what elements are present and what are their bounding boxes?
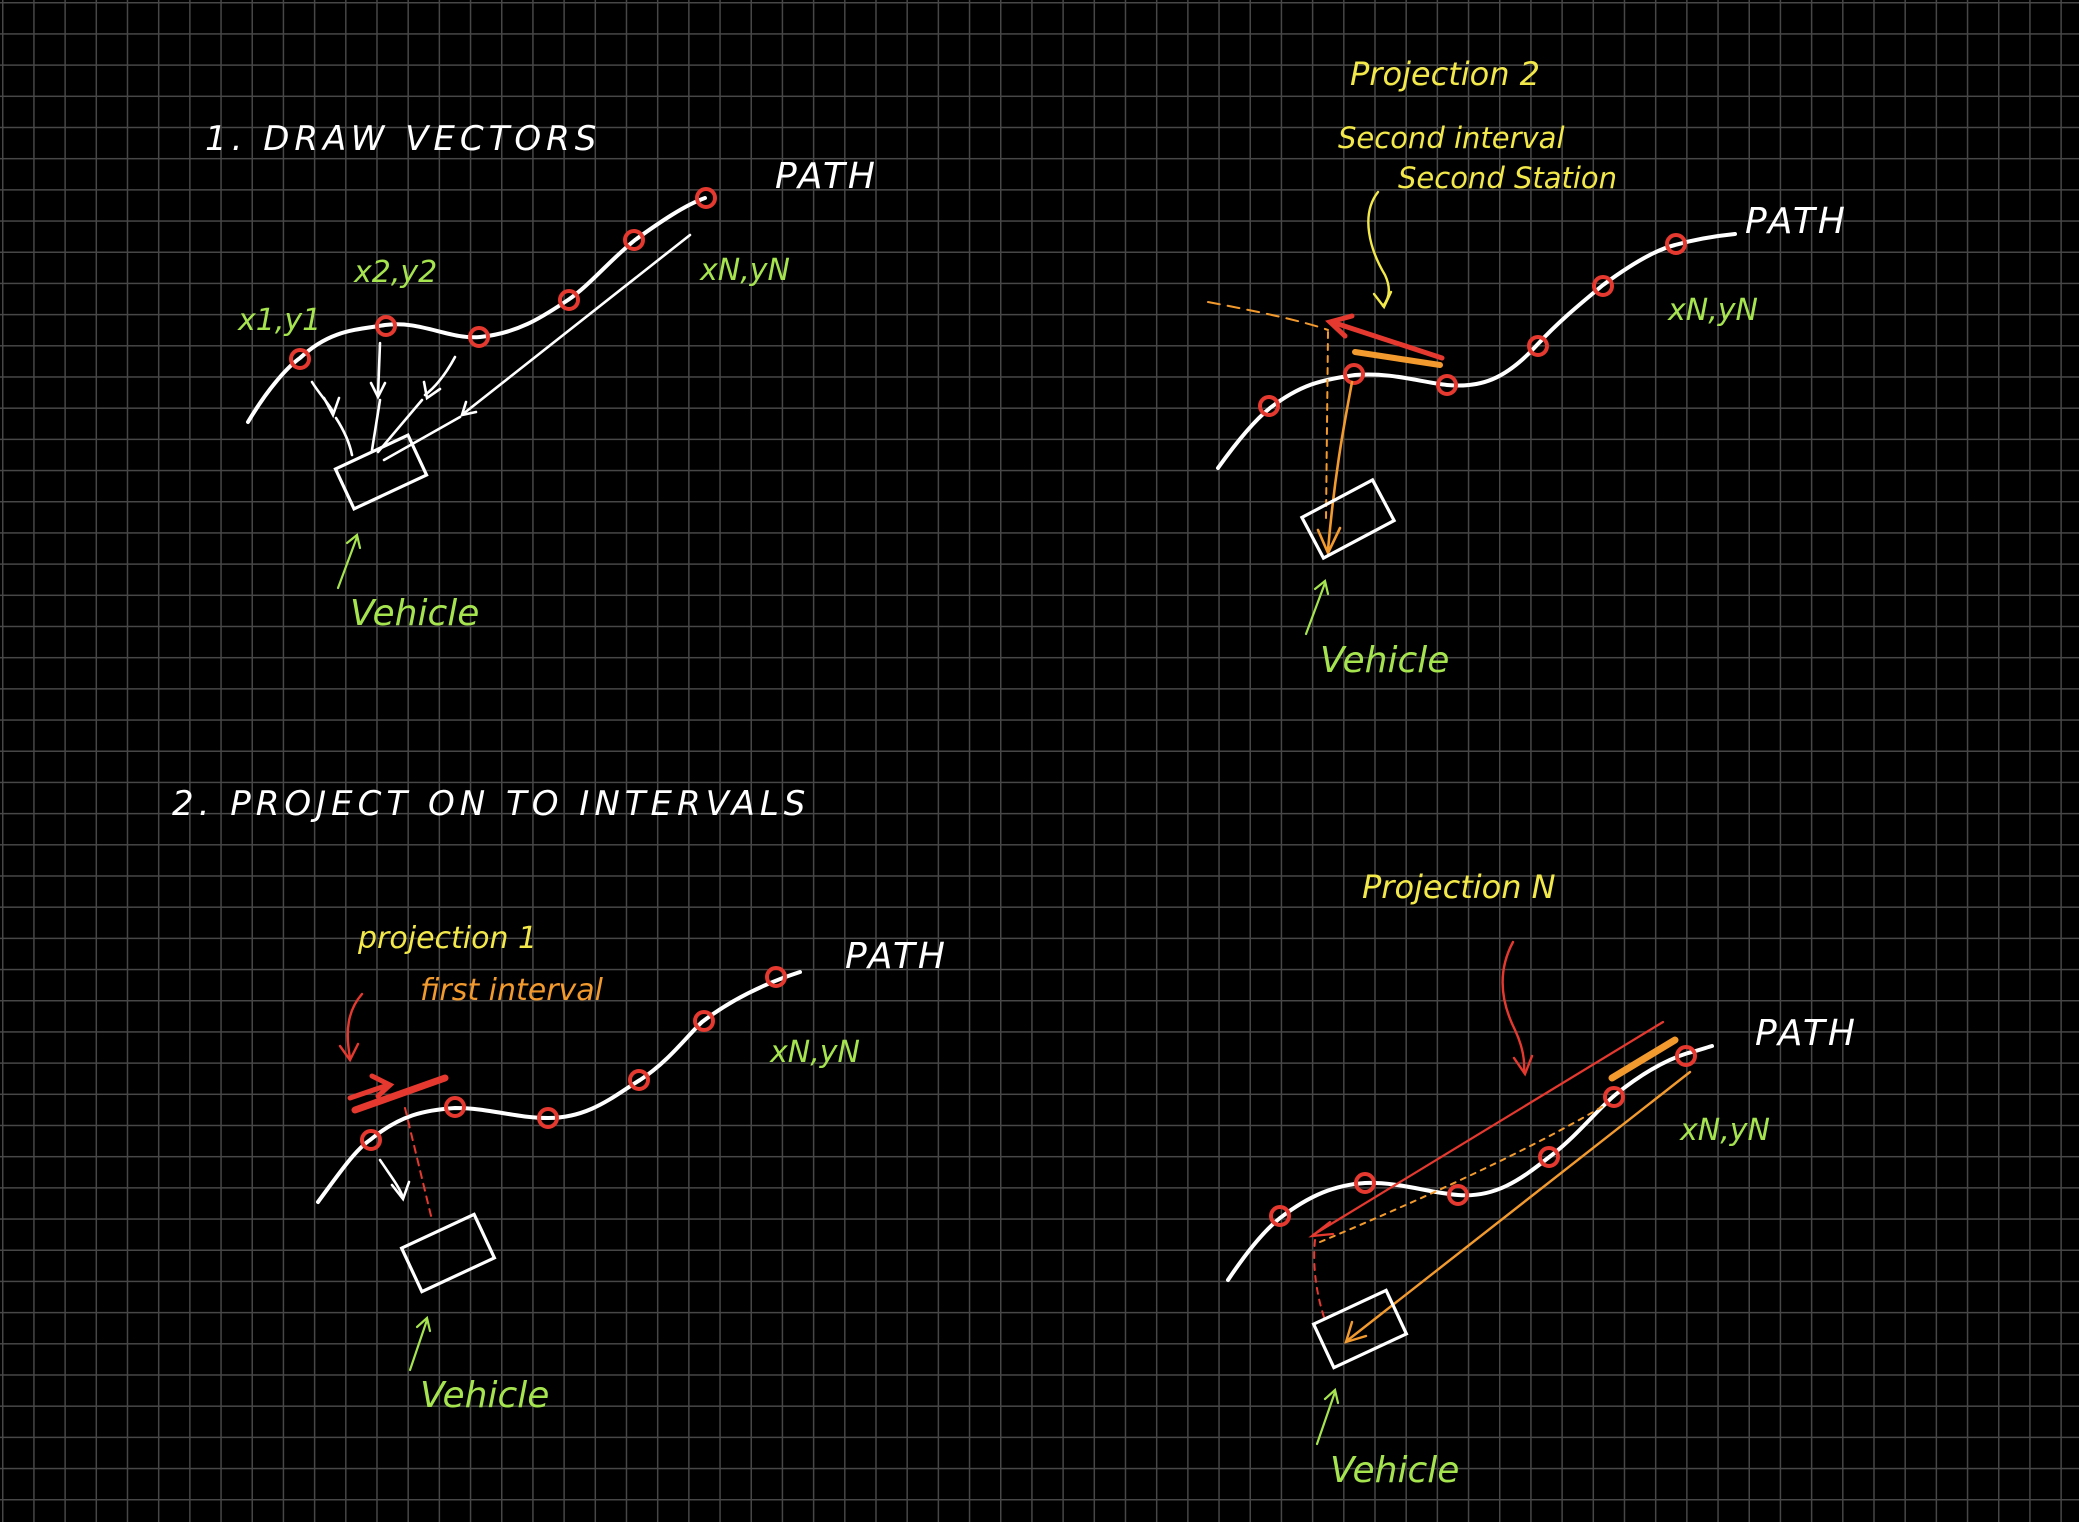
projection-2-subtitle-2: Second Station [1398, 161, 1617, 195]
vehicle-label: Vehicle [420, 1375, 549, 1416]
projected-interval [1329, 319, 1445, 361]
projection-line-solid [1326, 380, 1354, 552]
panel-draw-vectors: 1. DRAW VECTORS PATH x1,y1 x2,y2 xN,yN V… [205, 119, 878, 634]
heading-project-intervals: 2. PROJECT ON TO INTERVALS [172, 784, 810, 824]
path-stations [1269, 1045, 1697, 1227]
projection-line-dashed [404, 1107, 433, 1221]
projection-line-dashed [1313, 1239, 1326, 1321]
projection-n-title: Projection N [1362, 868, 1556, 906]
projection-1-subtitle: first interval [420, 973, 604, 1008]
point-n-label: xN,yN [1679, 1113, 1770, 1148]
point-1-label: x1,y1 [237, 303, 321, 338]
projection-line-solid [1346, 1070, 1692, 1342]
vehicle-box [1299, 477, 1397, 561]
vehicle-pointer-arrow [336, 535, 359, 590]
vehicle-pointer-arrow [1304, 581, 1327, 636]
projection-line-dashed [1325, 331, 1329, 521]
vehicle-box [399, 1212, 497, 1294]
point-n-label: xN,yN [699, 253, 790, 288]
path-label: PATH [845, 936, 948, 977]
point-n-label: xN,yN [1667, 293, 1758, 328]
projection-2-title: Projection 2 [1350, 55, 1540, 93]
whiteboard-canvas: 1. DRAW VECTORS PATH x1,y1 x2,y2 xN,yN V… [172, 55, 1858, 1491]
vehicle-box [1311, 1288, 1409, 1370]
heading-draw-vectors: 1. DRAW VECTORS [205, 119, 601, 159]
vehicle-label: Vehicle [1320, 640, 1449, 681]
path-label: PATH [1745, 201, 1848, 242]
path-stations [1258, 233, 1687, 417]
projection-1-title: projection 1 [357, 921, 537, 956]
path-curve [1216, 232, 1737, 470]
callout-arrow [1501, 940, 1526, 1074]
vehicle-pointer-arrow [408, 1318, 429, 1372]
projection-2-subtitle-1: Second interval [1338, 121, 1565, 155]
vehicle-pointer-arrow [1315, 1390, 1337, 1446]
vehicle-label: Vehicle [350, 593, 479, 634]
panel-projection-n: Projection N PATH xN,yN Vehicle [1226, 868, 1858, 1491]
point-n-label: xN,yN [769, 1035, 860, 1070]
path-label: PATH [1755, 1013, 1858, 1054]
panel-projection-1: projection 1 first interval PATH xN,yN V… [316, 921, 948, 1416]
path-label: PATH [775, 156, 878, 197]
callout-arrow [1367, 190, 1390, 308]
panel-projection-2: Projection 2 Second interval Second Stat… [1207, 55, 1848, 681]
vector-arrow [378, 1158, 404, 1197]
vehicle-label: Vehicle [1330, 1450, 1459, 1491]
point-2-label: x2,y2 [353, 255, 437, 290]
projected-interval [1311, 1020, 1665, 1237]
extended-interval-line [1207, 301, 1329, 331]
